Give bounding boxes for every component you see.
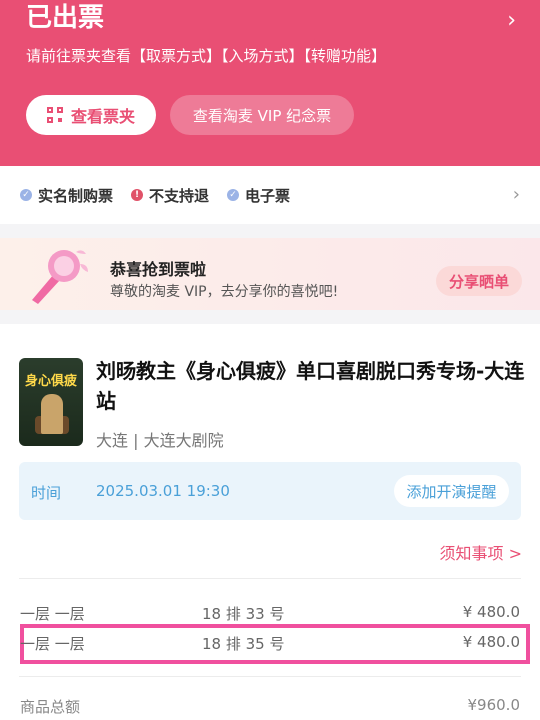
divider [19, 676, 521, 677]
time-label: 时间 [31, 484, 62, 502]
view-ticket-wallet-button[interactable]: 查看票夹 [26, 95, 156, 135]
total-value: ¥960.0 [467, 696, 521, 714]
banner-subtitle: 尊敬的淘麦 VIP，去分享你的喜悦吧! [110, 284, 339, 300]
poster-figure-shape [41, 394, 63, 434]
ticket-area: 一层 一层 [20, 635, 85, 653]
exclamation-icon: ! [131, 189, 144, 201]
share-button[interactable]: 分享晒单 [436, 266, 522, 296]
banner-title: 恭喜抢到票啦 [110, 260, 207, 279]
view-ticket-wallet-label: 查看票夹 [70, 107, 135, 126]
microphone-illustration-icon [32, 250, 88, 304]
tag-real-name: ✓ 实名制购票 [20, 185, 113, 206]
ticket-seat: 18 排 33 号 [202, 605, 285, 623]
view-vip-souvenir-button[interactable]: 查看淘麦 VIP 纪念票 [170, 95, 354, 135]
check-icon: ✓ [20, 189, 32, 201]
ticket-row: 一层 一层 18 排 35 号 ¥ 480.0 [0, 633, 540, 663]
show-time-box: 时间 2025.03.01 19:30 添加开演提醒 [19, 462, 521, 520]
add-reminder-button[interactable]: 添加开演提醒 [394, 475, 509, 507]
show-title[interactable]: 刘旸教主《身心俱疲》单口喜剧脱口秀专场-大连站 [96, 356, 526, 416]
ticket-price: ¥ 480.0 [462, 603, 520, 621]
poster-title: 身心俱疲 [24, 374, 77, 389]
total-label: 商品总额 [20, 698, 81, 716]
notice-link[interactable]: 须知事项 > [440, 540, 523, 564]
chevron-right-icon[interactable]: › [507, 10, 516, 32]
chevron-right-icon[interactable]: › [513, 184, 520, 205]
ticket-price: ¥ 480.0 [462, 633, 520, 651]
tag-e-ticket: ✓ 电子票 [227, 185, 290, 206]
tag-label: 电子票 [245, 186, 291, 205]
header-subtitle: 请前往票夹查看【取票方式】【入场方式】【转赠功能】 [26, 47, 387, 65]
tag-label: 实名制购票 [38, 186, 114, 205]
ticket-seat: 18 排 35 号 [202, 635, 285, 653]
ticket-tags-bar[interactable]: ✓ 实名制购票 ! 不支持退 ✓ 电子票 › [0, 166, 540, 224]
ticket-area: 一层 一层 [20, 605, 85, 623]
show-poster[interactable]: 身心俱疲 [19, 358, 83, 446]
tag-label: 不支持退 [149, 186, 210, 205]
check-icon: ✓ [227, 189, 240, 201]
show-venue: 大连 | 大连大剧院 [96, 431, 224, 450]
page-title: 已出票 [26, 3, 105, 33]
ticket-status-header: 已出票 › 请前往票夹查看【取票方式】【入场方式】【转赠功能】 查看票夹 查看淘… [0, 0, 540, 166]
tag-no-refund: ! 不支持退 [131, 185, 209, 206]
time-value: 2025.03.01 19:30 [96, 482, 230, 500]
qr-code-icon [46, 107, 63, 123]
divider [19, 578, 521, 579]
